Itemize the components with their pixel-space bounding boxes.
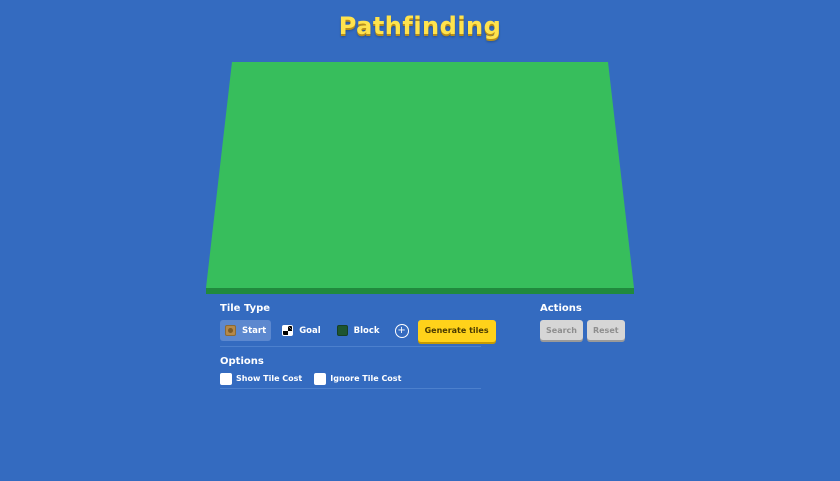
search-button[interactable]: Search <box>540 320 583 340</box>
tile-type-label: Tile Type <box>220 303 271 314</box>
options-label: Options <box>220 356 264 367</box>
tile-option-block-label: Block <box>353 325 380 336</box>
ignore-tile-cost-label: Ignore Tile Cost <box>330 374 402 383</box>
tile-option-goal-label: Goal <box>299 325 321 336</box>
ignore-tile-cost-checkbox[interactable] <box>314 372 327 385</box>
tile-option-start[interactable]: Start <box>220 320 272 341</box>
block-tile-icon <box>336 325 348 336</box>
reset-button[interactable]: Reset <box>586 320 625 340</box>
tile-option-block[interactable]: Block <box>332 320 385 341</box>
show-tile-cost-option[interactable]: Show Tile Cost <box>220 372 303 385</box>
options-divider <box>220 388 481 389</box>
pathfinding-board[interactable] <box>206 62 634 294</box>
actions-row: Search Reset <box>540 320 629 340</box>
actions-label: Actions <box>540 303 582 314</box>
generate-tiles-button[interactable]: Generate tiles <box>417 319 496 342</box>
board-edge <box>206 288 634 294</box>
options-row: Show Tile Cost Ignore Tile Cost <box>220 372 413 385</box>
tile-type-divider <box>220 346 481 347</box>
ignore-tile-cost-option[interactable]: Ignore Tile Cost <box>314 372 402 385</box>
board-top <box>206 62 634 288</box>
plus-circle-icon[interactable]: + <box>394 323 409 338</box>
tile-option-goal[interactable]: Goal <box>277 320 325 341</box>
tile-option-start-label: Start <box>242 325 267 336</box>
show-tile-cost-checkbox[interactable] <box>220 372 232 385</box>
page-title: Pathfinding <box>338 12 502 40</box>
tile-type-row: Start Goal Block + Generate tiles <box>220 319 496 342</box>
goal-tile-icon <box>282 325 294 336</box>
start-tile-icon <box>225 325 236 336</box>
show-tile-cost-label: Show Tile Cost <box>236 374 303 383</box>
board-surface <box>206 62 634 294</box>
